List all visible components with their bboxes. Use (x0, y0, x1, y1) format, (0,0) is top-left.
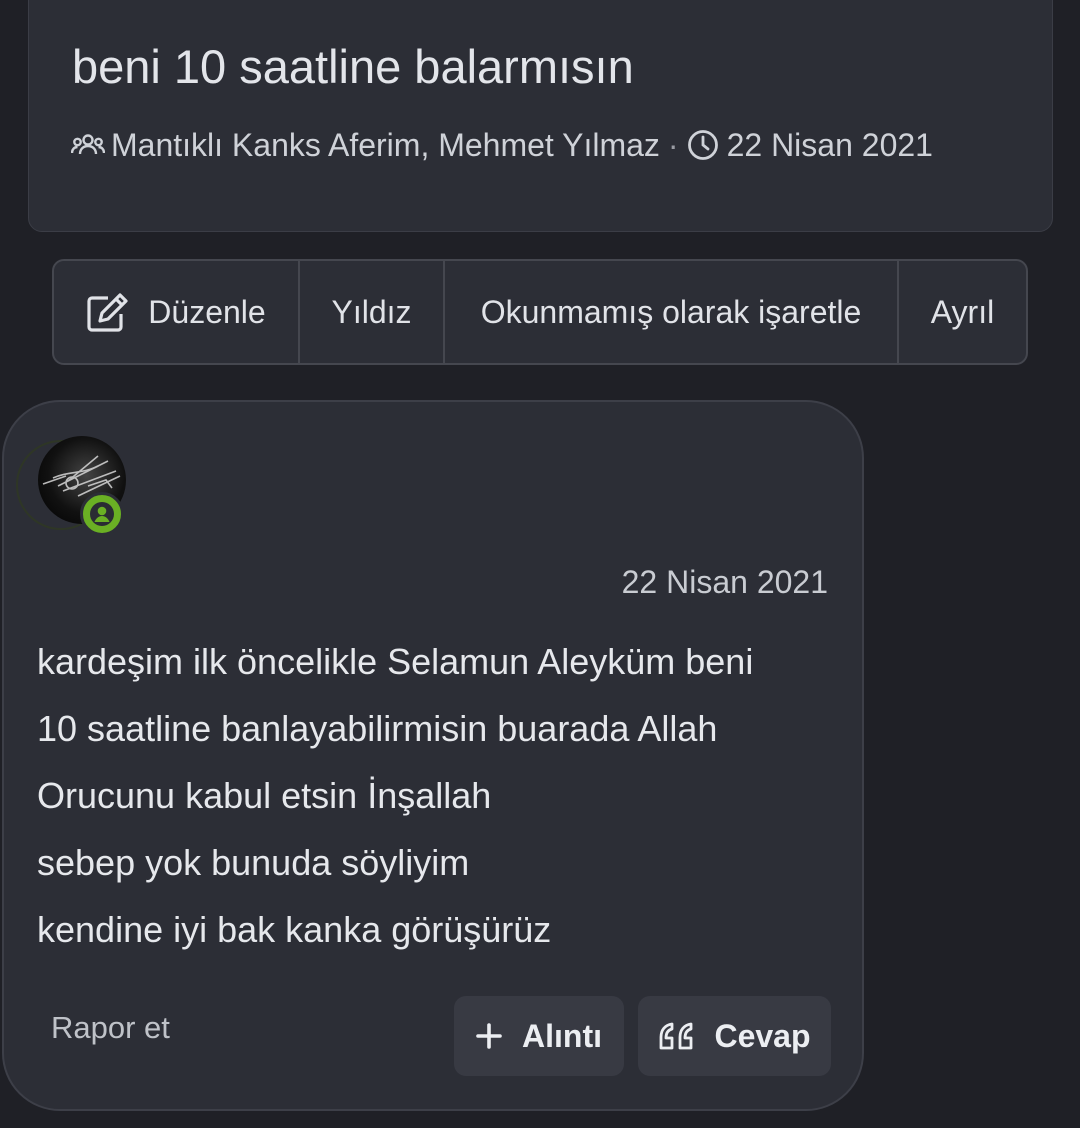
online-status-badge (80, 492, 124, 536)
quote-button[interactable]: Alıntı (454, 996, 624, 1076)
thread-title: beni 10 saatline balarmısın (72, 40, 634, 93)
post-line: kardeşim ilk öncelikle Selamun Aleyküm b… (37, 641, 754, 682)
thread-header-card: beni 10 saatline balarmısın Mantıklı Kan… (28, 0, 1053, 232)
post-card: 22 Nisan 2021 kardeşim ilk öncelikle Sel… (2, 400, 864, 1111)
users-icon (71, 132, 105, 158)
edit-icon (86, 292, 130, 332)
reply-label: Cevap (714, 1017, 811, 1054)
report-link[interactable]: Rapor et (51, 1010, 170, 1046)
edit-label: Düzenle (148, 293, 266, 330)
meta-separator: · (667, 126, 679, 163)
thread-meta: Mantıklı Kanks Aferim, Mehmet Yılmaz · 2… (71, 125, 933, 165)
leave-button[interactable]: Ayrıl (899, 261, 1026, 363)
avatar[interactable] (38, 436, 128, 536)
post-line: 10 saatline banlayabilirmisin buarada Al… (37, 708, 718, 749)
post-line: sebep yok bunuda söyliyim (37, 842, 470, 883)
mark-unread-button[interactable]: Okunmamış olarak işaretle (445, 261, 899, 363)
reply-button[interactable]: Cevap (638, 996, 831, 1076)
user-icon (90, 502, 114, 526)
post-date[interactable]: 22 Nisan 2021 (622, 564, 828, 601)
clock-icon (687, 129, 719, 161)
edit-button[interactable]: Düzenle (54, 261, 300, 363)
post-line: Orucunu kabul etsin İnşallah (37, 775, 492, 816)
quote-label: Alıntı (522, 1017, 602, 1054)
plus-icon (476, 1023, 502, 1049)
thread-participants[interactable]: Mantıklı Kanks Aferim, Mehmet Yılmaz (111, 127, 660, 164)
star-button[interactable]: Yıldız (300, 261, 445, 363)
post-body: kardeşim ilk öncelikle Selamun Aleyküm b… (37, 628, 837, 963)
thread-action-bar: Düzenle Yıldız Okunmamış olarak işaretle… (52, 259, 1028, 365)
quote-mark-icon (658, 1021, 694, 1051)
post-line: kendine iyi bak kanka görüşürüz (37, 909, 552, 950)
thread-date[interactable]: 22 Nisan 2021 (727, 127, 933, 164)
